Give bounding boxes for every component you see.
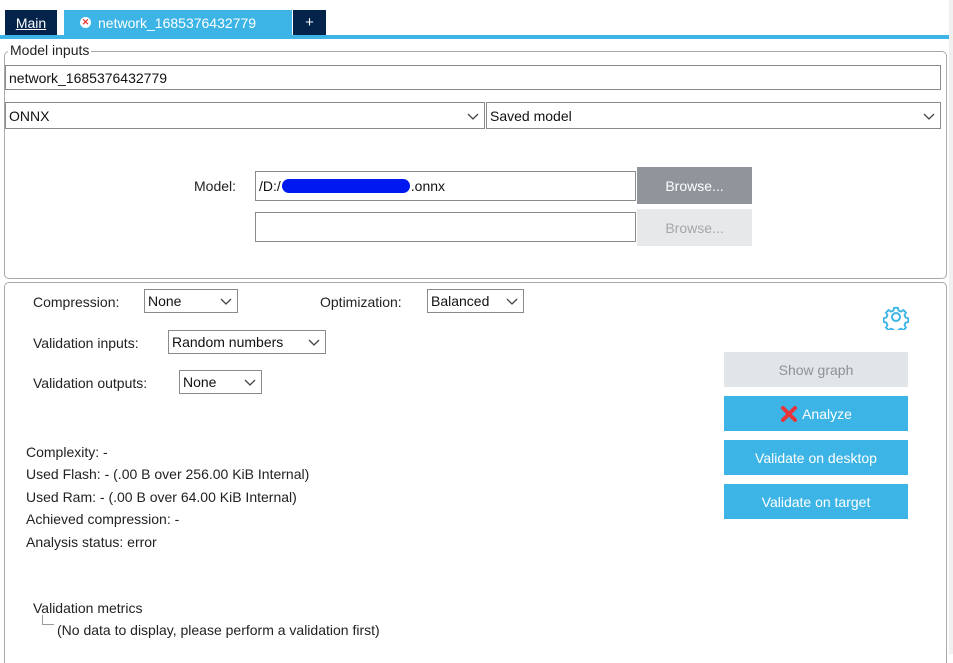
- chevron-down-icon: [308, 339, 320, 346]
- validation-metrics-empty: (No data to display, please perform a va…: [57, 622, 380, 638]
- complexity-text: Complexity: -: [26, 444, 108, 460]
- validation-inputs-select-value: Random numbers: [172, 334, 284, 350]
- analyze-button-label: Analyze: [802, 405, 852, 422]
- used-ram-text: Used Ram: - (.00 B over 64.00 KiB Intern…: [26, 489, 297, 505]
- optimization-select-value: Balanced: [431, 293, 490, 309]
- analyze-button[interactable]: Analyze: [724, 396, 908, 431]
- tab-network-label: network_1685376432779: [98, 14, 257, 31]
- chevron-down-icon: [467, 113, 479, 120]
- show-graph-button[interactable]: Show graph: [724, 352, 908, 387]
- validation-inputs-label: Validation inputs:: [33, 335, 139, 351]
- model-type-select-value: Saved model: [490, 107, 572, 124]
- chevron-down-icon: [506, 298, 518, 305]
- model-inputs-legend: Model inputs: [8, 42, 92, 58]
- validate-target-button[interactable]: Validate on target: [724, 484, 908, 519]
- optimization-select[interactable]: Balanced: [427, 289, 524, 313]
- tab-bar: Main ✕ network_1685376432779 +: [0, 0, 953, 40]
- chevron-down-icon: [244, 379, 256, 386]
- compression-select-value: None: [148, 293, 182, 309]
- used-flash-text: Used Flash: - (.00 B over 256.00 KiB Int…: [26, 466, 310, 482]
- secondary-path-field[interactable]: [255, 212, 636, 242]
- add-tab-button[interactable]: +: [293, 10, 326, 35]
- browse-secondary-button[interactable]: Browse...: [637, 209, 752, 246]
- framework-select[interactable]: ONNX: [5, 102, 485, 129]
- framework-select-value: ONNX: [9, 107, 50, 124]
- validation-outputs-label: Validation outputs:: [33, 375, 148, 391]
- redaction-mark: [281, 179, 410, 193]
- window-edge: [949, 0, 953, 654]
- close-circle-icon[interactable]: ✕: [80, 17, 91, 28]
- compression-select[interactable]: None: [144, 289, 238, 313]
- validation-outputs-select-value: None: [183, 374, 217, 390]
- validation-outputs-select[interactable]: None: [179, 370, 262, 394]
- tree-connector: [42, 615, 54, 625]
- network-name-field[interactable]: network_1685376432779: [5, 65, 941, 90]
- validation-inputs-select[interactable]: Random numbers: [168, 330, 326, 354]
- model-path-suffix: .onnx: [410, 178, 446, 194]
- tab-main[interactable]: Main: [5, 10, 57, 35]
- model-label: Model:: [194, 178, 237, 194]
- browse-model-button[interactable]: Browse...: [637, 167, 752, 204]
- validate-desktop-button[interactable]: Validate on desktop: [724, 440, 908, 475]
- optimization-label: Optimization:: [320, 294, 402, 310]
- gear-icon[interactable]: [882, 304, 910, 334]
- tab-underline: [0, 35, 953, 39]
- chevron-down-icon: [923, 113, 935, 120]
- model-path-field[interactable]: /D:/ .onnx: [255, 171, 636, 201]
- model-type-select[interactable]: Saved model: [486, 102, 941, 129]
- red-x-icon: [781, 405, 798, 422]
- analysis-status-text: Analysis status: error: [26, 534, 157, 550]
- achieved-compression-text: Achieved compression: -: [26, 511, 180, 527]
- validation-metrics-title[interactable]: Validation metrics: [33, 600, 142, 616]
- tab-network[interactable]: ✕ network_1685376432779: [64, 10, 292, 35]
- compression-label: Compression:: [33, 294, 120, 310]
- model-path-prefix: /D:/: [259, 178, 281, 194]
- chevron-down-icon: [220, 298, 232, 305]
